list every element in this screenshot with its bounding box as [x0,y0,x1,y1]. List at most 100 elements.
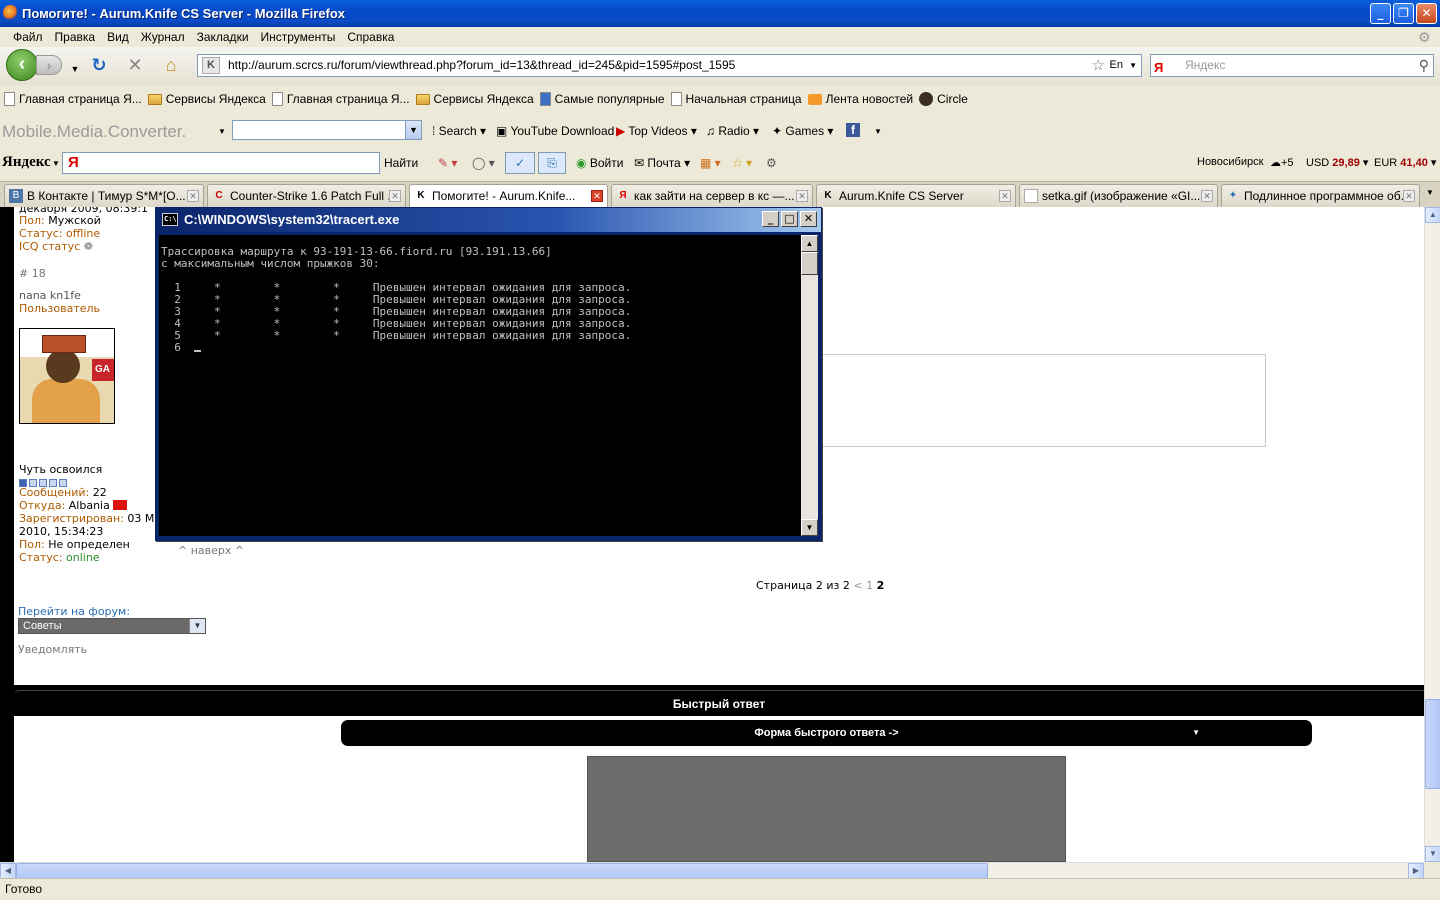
menu-file[interactable]: Файл [7,27,49,47]
back-button[interactable]: ‹ [6,49,38,81]
bookmarks-add-icon[interactable]: ▦ ▾ [700,156,721,170]
reload-icon[interactable]: ↻ [88,55,110,75]
settings-gear-icon[interactable]: ⚙ [766,156,777,170]
weather-city[interactable]: Новосибирск [1197,156,1263,168]
bookmark-folder[interactable]: Сервисы Яндекса [147,92,266,106]
console-scroll-up-icon[interactable]: ▲ [801,235,818,252]
search-bar[interactable]: Я Яндекс ⚲ [1150,54,1434,77]
bookmark-item[interactable]: Circle [919,92,968,106]
facebook-dropdown-icon[interactable]: ▼ [874,127,882,136]
menu-edit[interactable]: Правка [49,27,102,47]
quick-reply-form-toggle[interactable]: Форма быстрого ответа -> ▼ [341,720,1312,746]
user2-name[interactable]: nana kn1fe [19,289,81,302]
weather-widget[interactable]: ☁+5 [1270,156,1294,169]
games-button[interactable]: ✦ Games ▾ [772,124,833,138]
tab-cs-patch[interactable]: C Counter-Strike 1.6 Patch Full ... ✕ [207,184,406,208]
tab-close-icon[interactable]: ✕ [591,190,603,202]
tab-close-icon[interactable]: ✕ [187,190,199,202]
tab-close-icon[interactable]: ✕ [1403,190,1415,202]
top-videos-button[interactable]: ▶ Top Videos ▾ [616,124,697,138]
tracert-console-window[interactable]: C:\ C:\WINDOWS\system32\tracert.exe _ □ … [155,207,822,541]
history-dropdown-icon[interactable]: ▼ [64,59,86,79]
tab-vkontakte[interactable]: ВВ Контакте | Тимур S*M*[O... ✕ [4,184,204,208]
tab-list-icon[interactable]: ▼ [1426,188,1434,197]
mmc-search-button[interactable]: ⁞ Search ▾ [432,124,486,138]
vertical-scrollbar[interactable]: ▲ ▼ [1424,207,1440,862]
tab-close-icon[interactable]: ✕ [389,190,401,202]
tab-close-icon[interactable]: ✕ [796,190,808,202]
home-icon[interactable]: ⌂ [160,55,182,75]
console-scrollbar[interactable]: ▲ ▼ [801,235,818,536]
forum-select[interactable]: Советы ▼ [18,618,206,634]
yandex-find-button[interactable]: Найти [384,156,418,170]
console-scroll-down-icon[interactable]: ▼ [801,519,818,536]
menu-history[interactable]: Журнал [135,27,191,47]
bookmark-feed[interactable]: Лента новостей [807,92,913,106]
console-close-button[interactable]: ✕ [800,211,817,227]
console-output[interactable]: Трассировка маршрута к 93-191-13-66.fior… [159,235,801,536]
vertical-scroll-thumb[interactable] [1425,699,1440,789]
yandex-login-button[interactable]: ◉ Войти [576,156,623,170]
mmc-dropdown-icon[interactable]: ▼ [218,127,226,136]
tab-genuine[interactable]: ✦ Подлинное программное об... ✕ [1221,184,1420,208]
bookmark-item[interactable]: Главная страница Я... [271,92,410,106]
url-dropdown-icon[interactable]: ▼ [1129,55,1137,76]
page-1-link[interactable]: 1 [866,579,873,592]
favorites-star-icon[interactable]: ☆ ▾ [732,156,752,170]
bookmark-item[interactable]: Главная страница Я... [4,92,142,106]
youtube-download-button[interactable]: ▣ YouTube Download [496,124,614,138]
chat-icon[interactable]: ◯ ▾ [472,156,495,170]
menu-tools[interactable]: Инструменты [255,27,342,47]
eur-rate[interactable]: EUR 41,40 ▾ [1374,156,1436,169]
chevron-down-icon[interactable]: ▼ [189,619,205,633]
console-titlebar[interactable]: C:\ C:\WINDOWS\system32\tracert.exe _ □ … [156,208,821,232]
highlight-icon[interactable]: ✎ ▾ [438,156,457,170]
bookmark-folder[interactable]: Сервисы Яндекса [415,92,534,106]
scroll-left-icon[interactable]: ◀ [0,863,16,879]
stop-icon[interactable]: ✕ [124,55,146,75]
bookmark-item[interactable]: Начальная страница [670,92,802,106]
console-scroll-thumb[interactable] [801,252,818,275]
url-text[interactable]: http://aurum.scrcs.ru/forum/viewthread.p… [228,58,735,72]
tab-close-icon[interactable]: ✕ [1201,190,1213,202]
yandex-search-input[interactable]: Я [62,152,380,174]
user1-icq[interactable]: ICQ статус ❁ [19,240,93,253]
close-button[interactable]: ✕ [1416,3,1437,24]
tab-pomogite[interactable]: K Помогите! - Aurum.Knife... ✕ [409,184,608,208]
url-bar[interactable]: K http://aurum.scrcs.ru/forum/viewthread… [197,54,1142,77]
restore-button[interactable]: ❐ [1393,3,1414,24]
yandex-mail-button[interactable]: ✉ Почта ▾ [634,156,690,170]
tab-kak-zayti[interactable]: Якак зайти на сервер в кс —... ✕ [611,184,813,208]
bookmark-star-icon[interactable]: ☆ [1092,55,1105,76]
menu-help[interactable]: Справка [341,27,400,47]
notify-link[interactable]: Уведомлять [18,643,87,656]
menu-bookmarks[interactable]: Закладки [191,27,255,47]
chevron-down-icon[interactable]: ▼ [405,121,421,139]
tab-close-icon[interactable]: ✕ [999,190,1011,202]
search-icon[interactable]: ⚲ [1419,55,1429,76]
tab-setka[interactable]: setka.gif (изображение «GI... ✕ [1019,184,1218,208]
tab-aurum-server[interactable]: K Aurum.Knife CS Server ✕ [816,184,1016,208]
console-maximize-button[interactable]: □ [781,211,798,227]
post-number[interactable]: # 18 [19,267,46,280]
bookmark-item[interactable]: Самые популярные [539,92,665,106]
radio-button[interactable]: ♫ Radio ▾ [706,124,759,138]
to-top-link[interactable]: ^ наверх ^ [178,544,244,557]
mmc-search-input[interactable]: ▼ [232,120,422,140]
spellcheck-icon[interactable]: ✓ [505,152,535,174]
prev-page-link[interactable]: < [853,579,862,592]
minimize-button[interactable]: _ [1370,3,1391,24]
usd-rate[interactable]: USD 29,89 ▾ [1306,156,1368,169]
scroll-right-icon[interactable]: ▶ [1408,863,1424,879]
translate-icon[interactable]: ⎘ [538,152,566,174]
language-indicator[interactable]: En [1110,55,1123,76]
console-minimize-button[interactable]: _ [762,211,779,227]
horizontal-scroll-thumb[interactable] [16,863,988,879]
yandex-menu-icon[interactable]: ▼ [52,159,60,168]
yandex-logo[interactable]: Яндекс [2,154,51,171]
yandex-engine-icon[interactable]: Я [1154,57,1163,78]
menu-view[interactable]: Вид [101,27,135,47]
facebook-icon[interactable]: f [846,123,860,137]
forward-button[interactable]: › [36,55,62,75]
scroll-down-icon[interactable]: ▼ [1425,846,1440,862]
